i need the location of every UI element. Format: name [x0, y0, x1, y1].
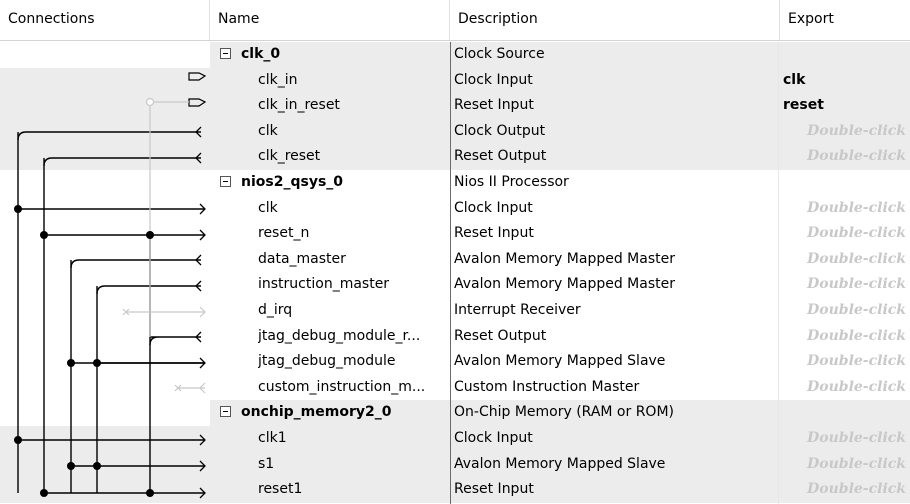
export-double-click-hint[interactable]: Double-click [776, 144, 906, 169]
export-value[interactable]: clk [783, 68, 910, 93]
row-description: Avalon Memory Mapped Master [454, 276, 675, 293]
export-double-click-hint[interactable]: Double-click [776, 298, 906, 323]
collapse-toggle-icon[interactable] [220, 406, 231, 418]
connection-dot [93, 359, 101, 367]
export-double-click-hint[interactable]: Double-click [776, 349, 906, 374]
connection-dot [14, 436, 22, 444]
export-double-click-hint[interactable]: Double-click [776, 196, 906, 221]
clk-output-wire [17, 131, 201, 141]
export-double-click-hint[interactable]: Double-click [776, 324, 906, 349]
row-description: On-Chip Memory (RAM or ROM) [454, 404, 674, 421]
disabled-junction-icon [145, 97, 155, 107]
row-description: Reset Input [454, 481, 534, 498]
export-double-click-hint[interactable]: Double-click [776, 221, 906, 246]
row-description: Clock Input [454, 199, 533, 216]
instruction-master-source [96, 285, 201, 295]
row-description: Reset Output [454, 327, 547, 344]
column-header-export[interactable]: Export [780, 0, 910, 40]
row-description: Interrupt Receiver [454, 301, 581, 318]
row-description: Reset Output [454, 148, 547, 165]
clk-reset-wire [43, 157, 201, 167]
column-header-connections[interactable]: Connections [0, 0, 210, 40]
column-header-name[interactable]: Name [210, 0, 450, 40]
connection-dot [146, 231, 154, 239]
column-divider [778, 42, 779, 504]
connection-dot [67, 359, 75, 367]
connection-dot [40, 231, 48, 239]
connection-dot [14, 205, 22, 213]
jtag-reset-source [149, 336, 201, 346]
row-description: Clock Input [454, 429, 533, 446]
collapse-toggle-icon[interactable] [220, 48, 231, 59]
row-description: Clock Input [454, 71, 533, 88]
collapse-toggle-icon[interactable] [220, 175, 231, 187]
component-name: nios2_qsys_0 [241, 173, 344, 190]
row-description: Avalon Memory Mapped Master [454, 250, 675, 267]
connection-dot [67, 462, 75, 470]
row-description: Clock Output [454, 122, 546, 139]
row-description: Custom Instruction Master [454, 378, 640, 395]
row-description: Reset Input [454, 225, 534, 242]
export-double-click-hint[interactable]: Double-click [776, 247, 906, 272]
component-name: onchip_memory2_0 [241, 404, 392, 421]
data-master-source [70, 259, 201, 269]
row-description: Avalon Memory Mapped Slave [454, 353, 666, 370]
export-double-click-hint[interactable]: Double-click [776, 119, 906, 144]
system-contents-table: Connections Name Description Export clk_… [0, 0, 910, 504]
export-value[interactable]: reset [783, 93, 910, 118]
export-double-click-hint[interactable]: Double-click [776, 452, 906, 477]
table-header: Connections Name Description Export [0, 0, 910, 41]
connection-dot [146, 489, 154, 497]
clk-in-reset-export-icon [188, 98, 207, 107]
connection-dot [40, 489, 48, 497]
clk-in-export-icon [188, 72, 207, 81]
row-description: Clock Source [454, 46, 545, 62]
export-double-click-hint[interactable]: Double-click [776, 272, 906, 297]
connection-dot [93, 462, 101, 470]
row-description: Avalon Memory Mapped Slave [454, 455, 666, 472]
column-divider [450, 42, 451, 504]
connections-wiring-diagram[interactable] [0, 42, 210, 504]
export-double-click-hint[interactable]: Double-click [776, 426, 906, 451]
column-header-description[interactable]: Description [450, 0, 780, 40]
row-description: Reset Input [454, 97, 534, 114]
export-double-click-hint[interactable]: Double-click [776, 375, 906, 400]
row-description: Nios II Processor [454, 173, 569, 190]
component-name: clk_0 [241, 46, 281, 62]
export-double-click-hint[interactable]: Double-click [776, 477, 906, 502]
